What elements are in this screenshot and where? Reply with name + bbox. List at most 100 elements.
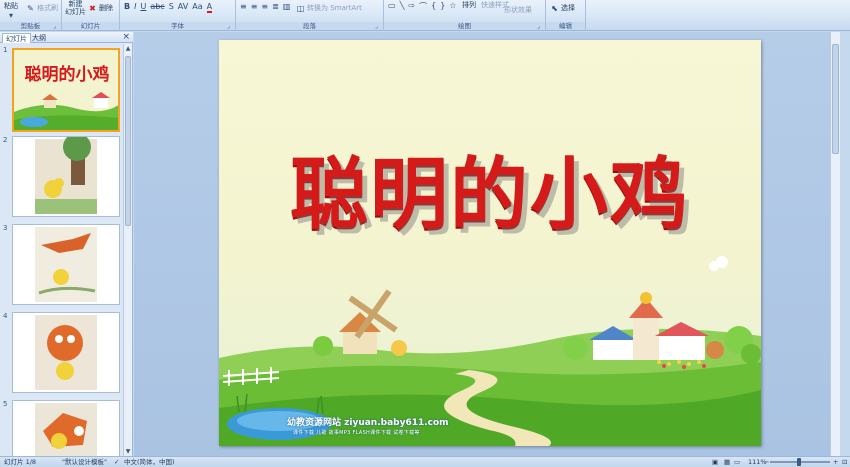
shape-effects-button[interactable]: 形状效果 <box>504 5 532 15</box>
slides-group-label: 幻灯片 <box>62 22 119 30</box>
zoom-out-icon[interactable]: − <box>764 457 769 467</box>
clipboard-group-label: 剪贴板 <box>0 22 61 30</box>
thumbnail-scrollbar[interactable]: ▲ ▼ <box>123 44 132 456</box>
editing-group: ⬉ 选择 编辑 <box>546 0 586 31</box>
scroll-down-icon[interactable]: ▼ <box>124 447 132 456</box>
shapes-gallery[interactable]: ▭ ╲ ⇨ ⌒ { } ☆ <box>388 1 456 12</box>
thumbnail-list: 1 聪明的小鸡 2 3 4 5 <box>0 44 124 456</box>
slides-panel: 幻灯片 大纲 × 1 聪明的小鸡 2 3 4 5 ▲ ▼ <box>0 32 133 456</box>
char-spacing-icon[interactable]: AV <box>178 2 188 13</box>
paragraph-group: ≡ ≡ ≡ ≣ ▥ ◫ 转换为 SmartArt 段落 ⌟ <box>236 0 384 31</box>
thumbnail-slide-3[interactable] <box>12 224 120 305</box>
thumbnail-slide-2[interactable] <box>12 136 120 217</box>
editing-group-label: 编辑 <box>546 22 585 30</box>
paragraph-align-row: ≡ ≡ ≡ ≣ ▥ <box>240 2 290 11</box>
select-button[interactable]: ⬉ 选择 <box>550 3 575 13</box>
thumbnail-slide-5[interactable] <box>12 400 120 456</box>
drawing-group: ▭ ╲ ⇨ ⌒ { } ☆ 排列 快速样式 形状效果 绘图 ⌟ <box>384 0 546 31</box>
paste-button[interactable]: 粘贴 ▾ <box>4 1 18 20</box>
underline-icon[interactable]: U <box>140 2 146 13</box>
normal-view-icon[interactable]: ▣ <box>712 457 718 467</box>
paste-label: 粘贴 <box>4 2 18 10</box>
scroll-up-icon[interactable]: ▲ <box>124 44 132 53</box>
dialog-launcher-icon[interactable]: ⌟ <box>537 24 543 30</box>
paragraph-group-label: 段落 <box>236 22 383 30</box>
bold-icon[interactable]: B <box>124 2 130 13</box>
thumbnail-4-art <box>13 313 119 392</box>
fit-to-window-icon[interactable]: ⊡ <box>842 457 847 467</box>
zoom-slider-handle[interactable] <box>797 458 801 466</box>
slide-footer-links: 课件下载 儿歌 故事MP3 FLASH课件下载 试卷下载等 <box>293 430 420 436</box>
smartart-icon: ◫ <box>296 3 305 13</box>
font-group-label: 字体 <box>120 22 235 30</box>
brace-close-shape-icon[interactable]: } <box>440 1 445 12</box>
brace-shape-icon[interactable]: { <box>431 1 436 12</box>
thumbnail-number: 1 <box>3 46 8 54</box>
new-slide-label: 新建 <box>68 0 83 8</box>
arrange-label: 排列 <box>462 1 476 9</box>
dialog-launcher-icon[interactable]: ⌟ <box>227 24 233 30</box>
zoom-in-icon[interactable]: + <box>833 457 838 467</box>
thumbnail-title: 聪明的小鸡 <box>25 64 110 85</box>
thumbnail-number: 2 <box>3 136 8 144</box>
new-slide-label-2: 幻灯片 <box>65 8 86 16</box>
justify-icon[interactable]: ≣ <box>272 2 279 11</box>
thumbnail-number: 5 <box>3 400 8 408</box>
delete-label: 删除 <box>99 4 113 12</box>
brush-icon: ✎ <box>27 3 34 13</box>
status-bar: 幻灯片 1/8 "默认设计模板" ✓ 中文(简体，中国) ▣ ▦ ▭ 111% … <box>0 456 850 467</box>
font-format-row: B I U abc S AV Aa A <box>124 2 213 13</box>
tab-slides[interactable]: 幻灯片 <box>2 33 31 43</box>
drawing-group-label: 绘图 <box>384 22 545 30</box>
shape-effects-label: 形状效果 <box>504 6 532 14</box>
delete-slide-button[interactable]: ✖ 删除 <box>88 3 113 13</box>
format-painter-button[interactable]: ✎ 格式刷 <box>26 3 58 13</box>
slide-show-view-icon[interactable]: ▭ <box>734 457 740 467</box>
thumbnail-slide-4[interactable] <box>12 312 120 393</box>
dialog-launcher-icon[interactable]: ⌟ <box>375 24 381 30</box>
panel-tabs: 幻灯片 大纲 × <box>0 32 133 43</box>
scrollbar-thumb[interactable] <box>125 56 131 226</box>
curve-shape-icon[interactable]: ⌒ <box>419 1 427 12</box>
slides-group: 新建 幻灯片 ✖ 删除 幻灯片 <box>62 0 120 31</box>
align-center-icon[interactable]: ≡ <box>251 2 258 11</box>
spelling-check-icon[interactable]: ✓ <box>114 457 119 467</box>
rectangle-shape-icon[interactable]: ▭ <box>388 1 396 12</box>
new-slide-button[interactable]: 新建 幻灯片 <box>65 0 86 16</box>
slide-editing-area: 聪明的小鸡 幼教资源网站 ziyuan.baby611.com 课件下载 儿歌 … <box>134 32 840 456</box>
change-case-icon[interactable]: Aa <box>192 2 202 13</box>
arrange-button[interactable]: 排列 <box>462 0 476 10</box>
line-shape-icon[interactable]: ╲ <box>400 1 405 12</box>
cursor-icon: ⬉ <box>551 3 558 13</box>
thumbnail-number: 4 <box>3 312 8 320</box>
thumbnail-1-art: 聪明的小鸡 <box>14 50 118 130</box>
font-color-icon[interactable]: A <box>206 2 213 13</box>
tab-outline[interactable]: 大纲 <box>29 33 49 43</box>
select-label: 选择 <box>561 4 575 12</box>
language-indicator[interactable]: 中文(简体，中国) <box>124 457 175 467</box>
editor-scrollbar[interactable] <box>830 32 840 456</box>
convert-smartart-button[interactable]: ◫ 转换为 SmartArt <box>296 3 362 13</box>
chevron-down-icon: ▾ <box>8 11 13 20</box>
current-slide[interactable]: 聪明的小鸡 幼教资源网站 ziyuan.baby611.com 课件下载 儿歌 … <box>219 40 761 446</box>
close-icon[interactable]: × <box>122 32 130 43</box>
thumbnail-slide-1[interactable]: 聪明的小鸡 <box>12 48 120 132</box>
slide-sorter-view-icon[interactable]: ▦ <box>724 457 730 467</box>
slide-title[interactable]: 聪明的小鸡 <box>219 132 761 244</box>
thumbnail-2-art <box>13 137 119 216</box>
italic-icon[interactable]: I <box>134 2 136 13</box>
star-shape-icon[interactable]: ☆ <box>449 1 456 12</box>
thumbnail-3-art <box>13 225 119 304</box>
dialog-launcher-icon[interactable]: ⌟ <box>53 24 59 30</box>
align-right-icon[interactable]: ≡ <box>261 2 268 11</box>
strikethrough-icon[interactable]: abc <box>150 2 164 13</box>
smartart-label: 转换为 SmartArt <box>307 4 362 12</box>
arrow-shape-icon[interactable]: ⇨ <box>408 1 415 12</box>
theme-name[interactable]: "默认设计模板" <box>62 457 107 467</box>
columns-icon[interactable]: ▥ <box>283 2 291 11</box>
align-left-icon[interactable]: ≡ <box>240 2 247 11</box>
shadow-icon[interactable]: S <box>169 2 174 13</box>
format-painter-label: 格式刷 <box>37 4 58 12</box>
font-group: B I U abc S AV Aa A 字体 ⌟ <box>120 0 236 31</box>
scrollbar-thumb[interactable] <box>832 44 839 154</box>
